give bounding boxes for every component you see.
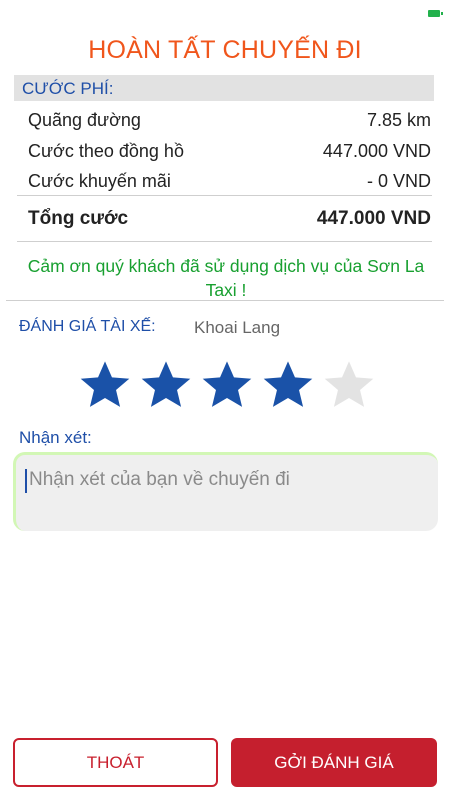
- star-icon[interactable]: [139, 358, 193, 412]
- fare-row-promotion: Cước khuyến mãi - 0 VND: [28, 169, 431, 193]
- star-icon[interactable]: [261, 358, 315, 412]
- battery-icon: [428, 10, 443, 17]
- fare-row-label: Cước khuyến mãi: [28, 170, 171, 191]
- divider: [17, 241, 432, 242]
- total-label: Tổng cước: [28, 208, 129, 229]
- fare-row-value: 7.85 km: [366, 109, 431, 130]
- exit-button[interactable]: THOÁT: [13, 738, 218, 787]
- fare-row-label: Quãng đường: [28, 109, 141, 130]
- star-icon[interactable]: [322, 358, 376, 412]
- star-rating: [78, 358, 378, 412]
- comment-label: Nhận xét:: [19, 428, 92, 447]
- fare-row-total: Tổng cước 447.000 VND: [28, 207, 431, 231]
- page-title: HOÀN TẤT CHUYẾN ĐI: [88, 36, 362, 64]
- fare-row-value: 447.000 VND: [322, 140, 431, 161]
- fare-row-label: Cước theo đồng hồ: [28, 140, 184, 161]
- star-icon[interactable]: [200, 358, 254, 412]
- comment-input[interactable]: Nhận xét của bạn về chuyến đi: [13, 452, 438, 531]
- fare-row-value: - 0 VND: [366, 170, 431, 191]
- status-bar: [0, 0, 450, 26]
- star-icon[interactable]: [78, 358, 132, 412]
- submit-rating-button[interactable]: GỞI ĐÁNH GIÁ: [231, 738, 437, 787]
- driver-name: Khoai Lang: [194, 318, 281, 337]
- text-caret: [25, 469, 27, 493]
- divider: [17, 195, 432, 196]
- comment-placeholder: Nhận xét của bạn về chuyến đi: [29, 469, 290, 490]
- total-value: 447.000 VND: [316, 208, 431, 229]
- thanks-message: Cảm ơn quý khách đã sử dụng dịch vụ của …: [27, 256, 425, 300]
- rating-label: ĐÁNH GIÁ TÀI XẾ:: [19, 318, 156, 335]
- fare-row-distance: Quãng đường 7.85 km: [28, 108, 431, 132]
- fare-section-header: CƯỚC PHÍ:: [14, 75, 434, 101]
- divider: [6, 300, 444, 301]
- fare-row-meter: Cước theo đồng hồ 447.000 VND: [28, 139, 431, 163]
